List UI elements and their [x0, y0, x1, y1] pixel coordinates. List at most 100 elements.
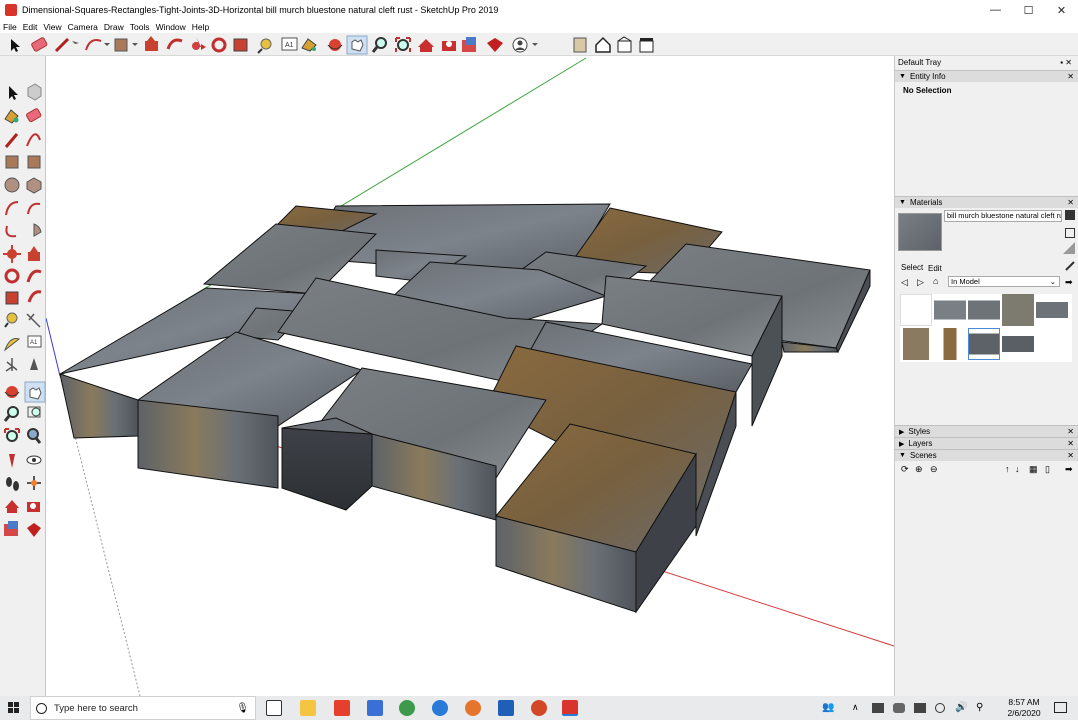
action-center-icon[interactable]	[1054, 702, 1067, 713]
forward-arrow-icon[interactable]: ▷	[917, 277, 924, 288]
eyedropper-icon[interactable]	[1065, 261, 1075, 271]
send-to-layout-icon[interactable]	[4, 521, 18, 536]
menu-window[interactable]: Window	[156, 22, 186, 32]
circle-icon[interactable]	[4, 177, 20, 193]
home-icon[interactable]	[595, 36, 611, 53]
material-swatch[interactable]	[968, 294, 1000, 326]
firefox-icon[interactable]	[465, 700, 481, 716]
tab-select[interactable]: Select	[901, 263, 923, 272]
extension-warehouse-icon[interactable]	[442, 41, 456, 51]
warehouse-icon[interactable]	[5, 500, 19, 513]
push-pull-icon[interactable]	[28, 246, 40, 261]
material-swatch[interactable]	[900, 294, 932, 326]
arc-icon[interactable]	[5, 201, 19, 216]
scenes-header[interactable]: ▼ Scenes ✕	[895, 449, 1078, 461]
axes-icon[interactable]	[5, 358, 18, 372]
resize-icon[interactable]	[1063, 242, 1075, 254]
tape-measure-icon[interactable]	[4, 312, 18, 328]
tray-pin-close[interactable]: ▪ ✕	[1060, 58, 1072, 67]
back-arrow-icon[interactable]: ◁	[901, 277, 908, 288]
display-secondary-icon[interactable]	[1065, 228, 1075, 238]
material-name-field[interactable]: bill murch bluestone natural cleft ru	[944, 210, 1062, 222]
sync-icon[interactable]	[935, 703, 945, 713]
material-swatch[interactable]	[1036, 294, 1068, 326]
view-options-icon[interactable]: ▦	[1029, 464, 1038, 475]
create-material-icon[interactable]	[1065, 210, 1075, 220]
clock[interactable]: 8:57 AM 2/6/2020	[1000, 697, 1048, 719]
warehouse-icon[interactable]	[418, 39, 434, 52]
zoom-icon[interactable]	[3, 406, 19, 422]
rotate-icon[interactable]	[4, 268, 20, 284]
collection-dropdown[interactable]: In Model ⌄	[948, 276, 1060, 287]
details-arrow-icon[interactable]: ➡	[1065, 464, 1073, 475]
zoom-extents-icon[interactable]	[395, 37, 411, 52]
rectangle-icon[interactable]	[5, 155, 19, 169]
menu-help[interactable]: Help	[192, 22, 209, 32]
close-icon[interactable]: ✕	[1067, 451, 1074, 460]
protractor-icon[interactable]	[3, 338, 21, 352]
extension-manager-icon[interactable]	[27, 523, 41, 537]
rotate-icon[interactable]	[211, 37, 227, 53]
text-tool-icon[interactable]: A1	[27, 335, 42, 348]
update-scene-icon[interactable]: ⟳	[901, 464, 909, 475]
paver-tile[interactable]	[281, 417, 373, 511]
chrome-icon[interactable]	[399, 700, 415, 716]
add-scene-icon[interactable]: ⊕	[915, 464, 923, 475]
close-icon[interactable]: ✕	[1067, 427, 1074, 436]
rotated-rectangle-icon[interactable]	[27, 155, 41, 169]
outlook-icon[interactable]	[498, 700, 514, 716]
paint-bucket-icon[interactable]	[4, 109, 19, 124]
volume-icon[interactable]: 🔊	[955, 702, 967, 713]
sketchup-taskbar-icon[interactable]	[334, 700, 350, 716]
select-tool-icon[interactable]	[9, 86, 18, 100]
maximize-button[interactable]: ☐	[1012, 0, 1045, 20]
offset-icon[interactable]	[27, 290, 42, 303]
close-icon[interactable]: ✕	[1067, 198, 1074, 207]
menu-file[interactable]: File	[3, 22, 17, 32]
follow-me-icon[interactable]	[26, 269, 42, 283]
menu-edit[interactable]: Edit	[23, 22, 38, 32]
file-explorer-icon[interactable]	[300, 700, 316, 716]
menu-view[interactable]: View	[43, 22, 61, 32]
account-icon[interactable]	[512, 37, 538, 53]
extension-warehouse-icon[interactable]	[27, 502, 40, 512]
paver-tile[interactable]	[495, 423, 697, 614]
styles-header[interactable]: ▶ Styles ✕	[895, 425, 1078, 437]
pan-icon[interactable]	[24, 381, 46, 403]
move-scene-up-icon[interactable]: ↑	[1005, 464, 1010, 474]
pan-icon[interactable]	[346, 35, 368, 55]
three-point-arc-icon[interactable]	[5, 225, 17, 238]
materials-header[interactable]: ▼ Materials ✕	[895, 196, 1078, 208]
powerpoint-icon[interactable]	[531, 700, 547, 716]
material-swatch[interactable]	[934, 294, 966, 326]
eraser-icon[interactable]	[31, 37, 48, 52]
extension-manager-icon[interactable]	[487, 38, 503, 52]
orbit-icon[interactable]	[4, 386, 20, 398]
material-swatch[interactable]	[900, 328, 932, 360]
rectangle-icon[interactable]	[114, 38, 138, 52]
details-arrow-icon[interactable]: ➡	[1065, 277, 1073, 288]
tab-edit[interactable]: Edit	[928, 264, 942, 273]
wifi-icon[interactable]: ⚲	[976, 702, 983, 713]
move-icon[interactable]	[192, 37, 206, 50]
walk-icon[interactable]	[6, 477, 19, 491]
move-icon[interactable]	[3, 245, 21, 263]
layers-header[interactable]: ▶ Layers ✕	[895, 437, 1078, 449]
remove-scene-icon[interactable]: ⊖	[930, 464, 938, 475]
paver-tile[interactable]	[202, 223, 378, 295]
people-icon[interactable]: 👥	[822, 702, 834, 713]
scale-icon[interactable]	[233, 38, 248, 52]
scale-icon[interactable]	[5, 291, 19, 305]
dimension-icon[interactable]	[26, 313, 41, 328]
taskbar-search-box[interactable]: Type here to search 🎙	[30, 696, 256, 720]
entity-info-header[interactable]: ▼ Entity Info ✕	[895, 70, 1078, 82]
line-tool-icon[interactable]	[4, 133, 19, 148]
zoom-window-icon[interactable]	[27, 406, 41, 418]
push-pull-icon[interactable]	[145, 36, 158, 51]
pie-icon[interactable]	[33, 223, 42, 237]
two-point-arc-icon[interactable]	[27, 202, 41, 215]
paint-bucket-icon[interactable]	[301, 38, 317, 52]
tape-measure-icon[interactable]	[257, 38, 272, 54]
chevron-up-icon[interactable]: ∧	[852, 702, 859, 713]
polygon-icon[interactable]	[26, 177, 42, 194]
